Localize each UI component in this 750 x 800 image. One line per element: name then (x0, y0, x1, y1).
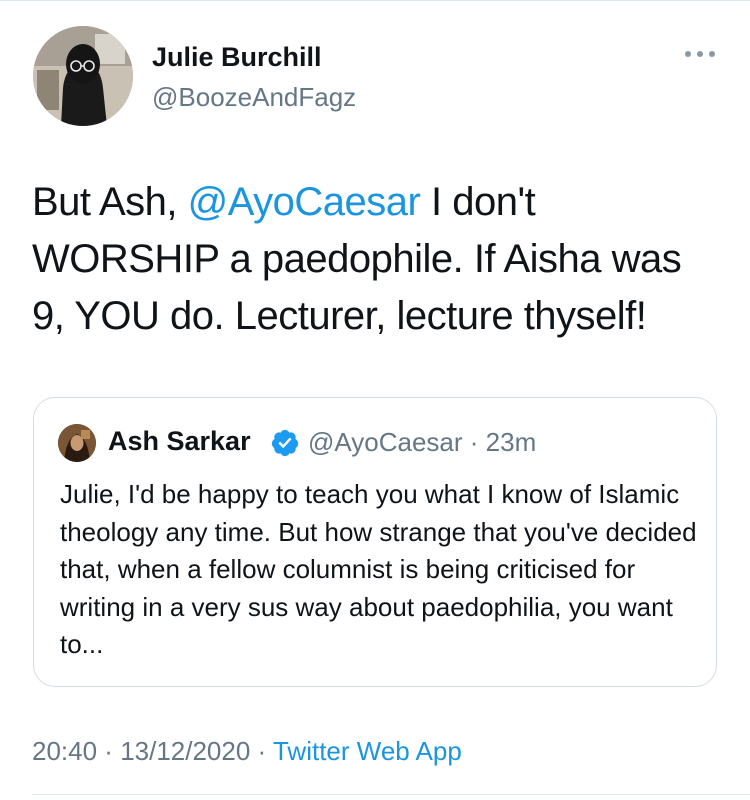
quoted-time: 23m (485, 427, 537, 457)
quoted-author-meta: @AyoCaesar · 23m (308, 427, 536, 458)
quoted-tweet-text: Julie, I'd be happy to teach you what I … (60, 479, 697, 659)
quoted-author-avatar (58, 424, 96, 462)
tweet-text: But Ash, @AyoCaesar I don't WORSHIP a pa… (32, 174, 722, 345)
quoted-separator: · (462, 427, 486, 457)
quoted-author-handle: @AyoCaesar (308, 427, 463, 457)
tweet-time[interactable]: 20:40 (32, 736, 97, 766)
verified-badge-icon (270, 428, 300, 458)
mention-link[interactable]: @AyoCaesar (188, 180, 421, 224)
tweet-meta: 20:40 · 13/12/2020 · Twitter Web App (32, 736, 462, 767)
quoted-author-name: Ash Sarkar (108, 426, 251, 456)
bottom-divider (32, 794, 750, 795)
tweet-text-before: But Ash, (32, 180, 188, 224)
more-horizontal-icon[interactable] (680, 44, 720, 64)
author-avatar[interactable] (33, 26, 133, 126)
tweet-date[interactable]: 13/12/2020 (120, 736, 250, 766)
author-name[interactable]: Julie Burchill (152, 42, 322, 73)
top-divider (0, 0, 750, 1)
quoted-tweet-card[interactable]: Ash Sarkar @AyoCaesar · 23m Julie, I'd b… (33, 397, 717, 687)
meta-separator-2: · (250, 736, 273, 766)
author-handle[interactable]: @BoozeAndFagz (152, 82, 356, 113)
meta-separator-1: · (97, 736, 121, 766)
tweet-source-app[interactable]: Twitter Web App (273, 736, 462, 766)
